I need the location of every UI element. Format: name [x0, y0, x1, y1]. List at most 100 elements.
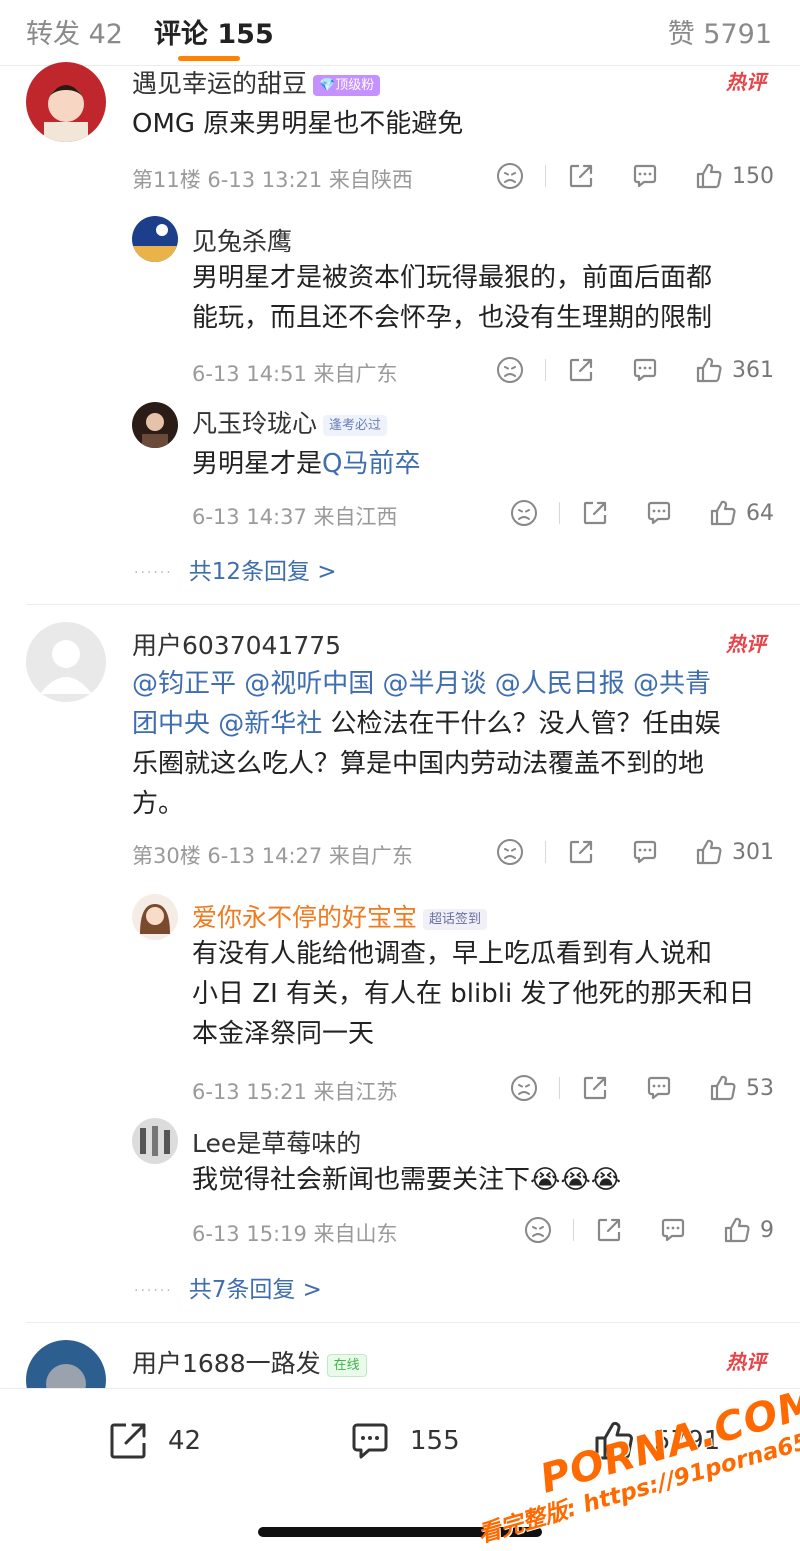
reply-meta: 6-13 15:21 来自江苏 [192, 1080, 398, 1104]
username-text[interactable]: 遇见幸运的甜豆 [132, 69, 307, 98]
avatar[interactable] [26, 62, 106, 142]
like-icon[interactable] [694, 355, 724, 385]
reply-text: 有没有人能给他调查，早上吃瓜看到有人说和 小日 ZI 有关，有人在 blibli… [192, 934, 754, 1054]
comment-divider [26, 1322, 800, 1323]
reply-username[interactable]: Lee是草莓味的 [192, 1124, 361, 1160]
reply-username[interactable]: 见兔杀鹰 [192, 222, 292, 258]
action-divider [573, 1219, 574, 1241]
reply-meta: 6-13 15:19 来自山东 [192, 1222, 398, 1246]
reaction-face-icon[interactable] [523, 1215, 553, 1245]
mention-list[interactable]: 团中央 @新华社 [132, 709, 322, 739]
comment-text: OMG 原来男明星也不能避免 [132, 109, 464, 139]
comment-tab-bar: 转发 42 评论 155 赞 5791 [0, 0, 800, 66]
comment-divider [26, 604, 800, 605]
more-replies-label[interactable]: 共7条回复 > [189, 1277, 322, 1303]
share-icon[interactable] [566, 355, 596, 385]
comment-username[interactable]: 用户6037041775 [132, 626, 341, 662]
reply-text-prefix: 男明星才是 [192, 449, 323, 479]
comment-icon[interactable] [658, 1215, 688, 1245]
action-divider [545, 841, 546, 863]
comment-username[interactable]: 用户1688一路发 在线 [132, 1344, 367, 1380]
reply-actions: 9 [523, 1212, 774, 1248]
share-icon[interactable] [594, 1215, 624, 1245]
more-replies-label[interactable]: 共12条回复 > [189, 559, 337, 585]
dots-decoration: ······ [134, 564, 173, 581]
like-count: 361 [732, 357, 774, 383]
comment-actions: 150 [495, 158, 774, 194]
hot-comment-badge: 热评 [726, 1350, 766, 1374]
username-text[interactable]: 凡玉玲珑心 [192, 409, 317, 438]
comment-icon[interactable] [630, 355, 660, 385]
comment-username[interactable]: 遇见幸运的甜豆 💎顶级粉 [132, 64, 381, 100]
tab-like[interactable]: 赞 5791 [668, 12, 772, 51]
like-icon[interactable] [694, 837, 724, 867]
comment-button[interactable]: 155 [348, 1419, 460, 1463]
reply-text: 男明星才是被资本们玩得最狠的，前面后面都 能玩，而且还不会怀孕，也没有生理期的限… [192, 258, 712, 338]
reply-actions: 361 [495, 352, 774, 388]
reply-username[interactable]: 爱你永不停的好宝宝 超话签到 [192, 898, 488, 934]
reply-text-line: 男明星才是被资本们玩得最狠的，前面后面都 [192, 263, 713, 293]
reaction-face-icon[interactable] [495, 161, 525, 191]
like-count: 150 [732, 163, 774, 189]
share-icon[interactable] [566, 837, 596, 867]
avatar[interactable] [132, 894, 178, 940]
like-count: 9 [760, 1217, 774, 1243]
comment-icon[interactable] [644, 1073, 674, 1103]
share-icon[interactable] [566, 161, 596, 191]
like-icon[interactable] [722, 1215, 752, 1245]
like-icon[interactable] [694, 161, 724, 191]
comment-actions: 301 [495, 834, 774, 870]
username-text[interactable]: 用户1688一路发 [132, 1349, 321, 1378]
online-badge: 在线 [326, 1353, 367, 1377]
more-replies-link[interactable]: ······ 共7条回复 > [134, 1270, 322, 1304]
comment-text-line: 方。 [132, 789, 185, 819]
reaction-face-icon[interactable] [495, 837, 525, 867]
repost-button[interactable]: 42 [106, 1419, 201, 1463]
tab-comment[interactable]: 评论 155 [154, 12, 274, 51]
action-divider [559, 502, 560, 524]
checkin-badge: 超话签到 [423, 908, 488, 930]
action-divider [545, 165, 546, 187]
dots-decoration: ······ [134, 1282, 173, 1299]
share-icon[interactable] [580, 498, 610, 528]
avatar[interactable] [132, 216, 178, 262]
repost-count: 42 [168, 1426, 202, 1456]
tab-repost[interactable]: 转发 42 [26, 12, 123, 51]
comment-icon[interactable] [644, 498, 674, 528]
share-icon[interactable] [580, 1073, 610, 1103]
username-text[interactable]: 爱你永不停的好宝宝 [192, 903, 417, 932]
action-divider [559, 1077, 560, 1099]
avatar[interactable] [132, 1118, 178, 1164]
reply-meta: 6-13 14:51 来自广东 [192, 362, 398, 386]
search-link[interactable]: Q马前卒 [322, 449, 420, 479]
reply-text: 男明星才是Q马前卒 [192, 444, 420, 484]
reaction-face-icon[interactable] [495, 355, 525, 385]
reply-username[interactable]: 凡玉玲珑心 逢考必过 [192, 404, 388, 440]
comment-meta: 第30楼 6-13 14:27 来自广东 [132, 844, 413, 868]
like-count: 301 [732, 839, 774, 865]
more-replies-link[interactable]: ······ 共12条回复 > [134, 552, 337, 586]
active-tab-indicator [178, 56, 240, 61]
reaction-face-icon[interactable] [509, 498, 539, 528]
crying-emoji-icon: 😭😭😭 [530, 1165, 622, 1195]
comment-icon[interactable] [630, 837, 660, 867]
reply-text-line: 能玩，而且还不会怀孕，也没有生理期的限制 [192, 303, 713, 333]
reply-text-line: 有没有人能给他调查，早上吃瓜看到有人说和 [192, 939, 713, 969]
comment-icon[interactable] [348, 1419, 392, 1463]
hot-comment-badge: 热评 [726, 632, 766, 656]
comment-icon[interactable] [630, 161, 660, 191]
comment-text-line: 乐圈就这么吃人？算是中国内劳动法覆盖不到的地 [132, 749, 705, 779]
reply-meta: 6-13 14:37 来自江西 [192, 505, 398, 529]
like-icon[interactable] [708, 498, 738, 528]
hot-comment-badge: 热评 [726, 70, 766, 94]
topic-badge: 逢考必过 [323, 414, 388, 436]
mention-list[interactable]: @钧正平 @视听中国 @半月谈 @人民日报 @共青 [132, 664, 772, 704]
like-icon[interactable] [708, 1073, 738, 1103]
reaction-face-icon[interactable] [509, 1073, 539, 1103]
like-count: 53 [746, 1075, 774, 1101]
repost-icon[interactable] [106, 1419, 150, 1463]
avatar[interactable] [26, 622, 106, 702]
avatar[interactable] [132, 402, 178, 448]
comment-text: @钧正平 @视听中国 @半月谈 @人民日报 @共青 团中央 @新华社 公检法在干… [132, 664, 772, 824]
comment-count: 155 [410, 1426, 460, 1456]
